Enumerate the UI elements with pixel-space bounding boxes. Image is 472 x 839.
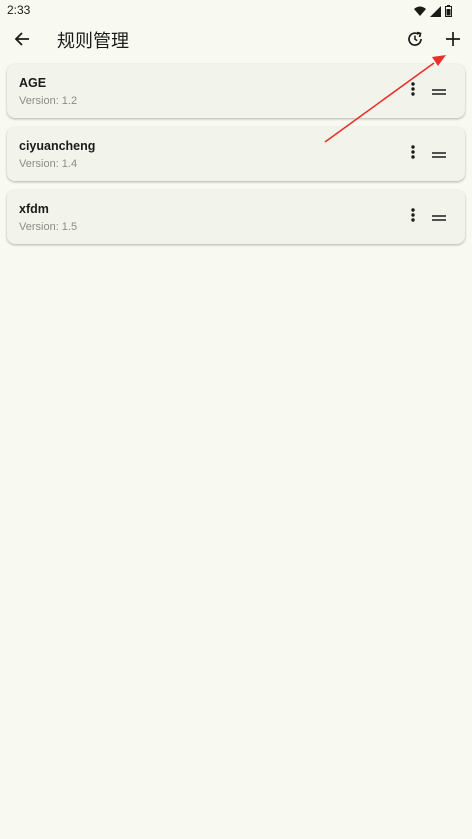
rule-version: Version: 1.5 [19,221,78,233]
add-icon [446,31,460,51]
drag-handle-icon [432,208,446,226]
rule-name: xfdm [19,202,49,216]
more-options-button[interactable] [403,140,423,168]
drag-handle[interactable] [427,203,451,231]
drag-handle-icon [432,145,446,163]
more-vert-icon [411,207,415,227]
more-vert-icon [411,144,415,164]
drag-handle[interactable] [427,140,451,168]
rule-card-ciyuancheng[interactable]: ciyuancheng Version: 1.4 [7,127,465,181]
status-time: 2:33 [7,3,31,17]
arrow-left-icon [14,31,30,52]
annotation-arrow [324,55,446,143]
rule-card-xfdm[interactable]: xfdm Version: 1.5 [7,190,465,244]
status-bar: 2:33 [0,0,472,20]
page-title: 规则管理 [57,31,129,51]
more-options-button[interactable] [403,203,423,231]
more-vert-icon [411,81,415,101]
drag-handle-icon [432,82,446,100]
back-button[interactable] [5,24,39,58]
more-options-button[interactable] [403,77,423,105]
drag-handle[interactable] [427,77,451,105]
rule-name: AGE [19,76,47,90]
rule-name: ciyuancheng [19,139,96,153]
history-icon [406,30,424,53]
history-button[interactable] [398,24,432,58]
rule-version: Version: 1.4 [19,158,78,170]
rule-version: Version: 1.2 [19,95,78,107]
rule-card-age[interactable]: AGE Version: 1.2 [7,64,465,118]
app-bar: 规则管理 [0,20,472,62]
add-button[interactable] [436,24,470,58]
